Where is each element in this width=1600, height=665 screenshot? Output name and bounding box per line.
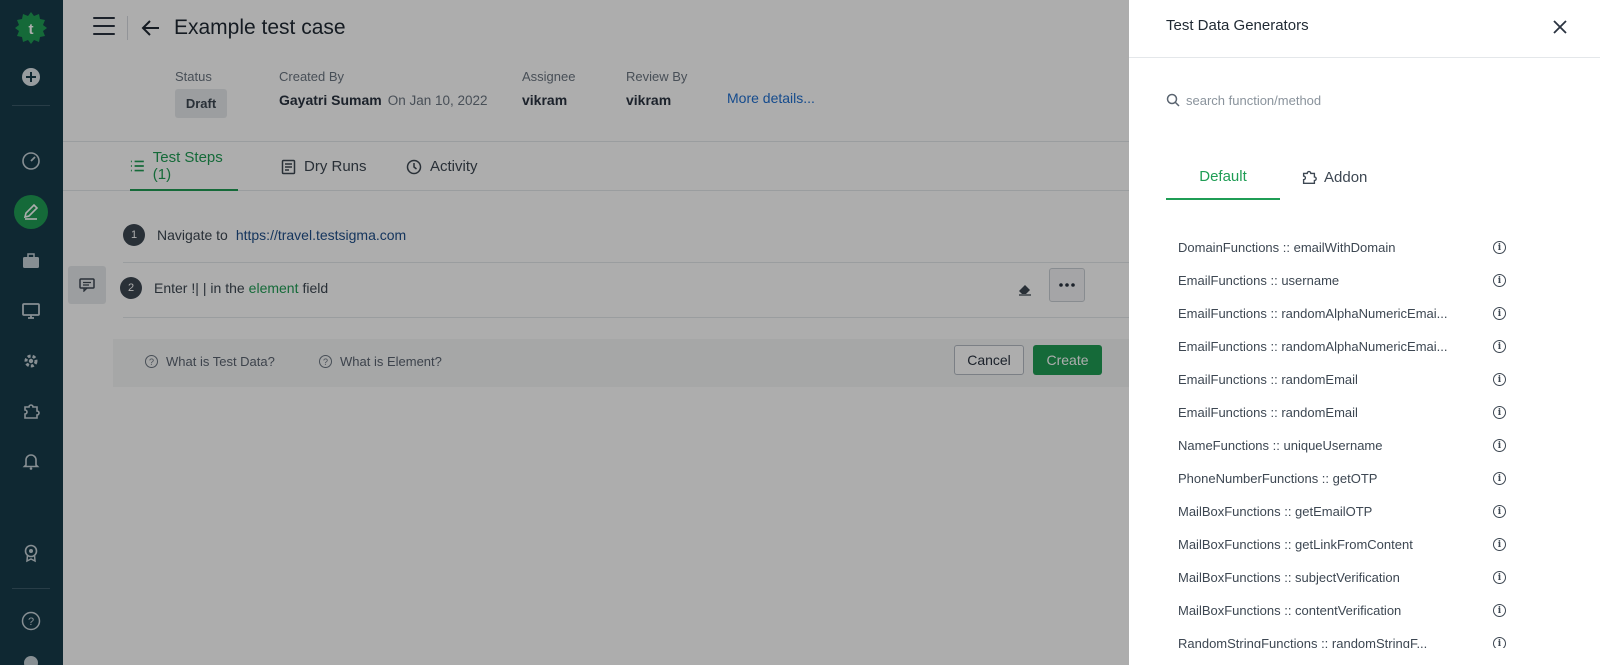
search-input[interactable] [1186,92,1526,108]
close-icon[interactable] [1549,16,1571,38]
tab-addon[interactable]: Addon [1300,154,1367,200]
function-list-item[interactable]: MailBoxFunctions :: subjectVerification i [1166,561,1516,594]
info-icon[interactable]: i [1493,307,1506,320]
function-list-item[interactable]: RandomStringFunctions :: randomStringF..… [1166,627,1516,648]
info-icon[interactable]: i [1493,505,1506,518]
function-name: EmailFunctions :: randomEmail [1178,405,1358,420]
function-list-item[interactable]: EmailFunctions :: randomEmail i [1166,363,1516,396]
info-icon[interactable]: i [1493,241,1506,254]
drawer-header: Test Data Generators [1129,0,1600,58]
function-list-item[interactable]: EmailFunctions :: randomAlphaNumericEmai… [1166,297,1516,330]
function-name: EmailFunctions :: username [1178,273,1340,288]
function-name: RandomStringFunctions :: randomStringF..… [1178,636,1428,648]
function-name: EmailFunctions :: randomAlphaNumericEmai… [1178,306,1448,321]
function-list-item[interactable]: MailBoxFunctions :: getEmailOTP i [1166,495,1516,528]
info-icon[interactable]: i [1493,406,1506,419]
function-name: EmailFunctions :: randomAlphaNumericEmai… [1178,339,1448,354]
drawer-title: Test Data Generators [1166,17,1309,34]
function-list-item[interactable]: NameFunctions :: uniqueUsername i [1166,429,1516,462]
tab-default[interactable]: Default [1166,154,1280,200]
info-icon[interactable]: i [1493,571,1506,584]
function-list-item[interactable]: MailBoxFunctions :: contentVerification i [1166,594,1516,627]
function-list-item[interactable]: PhoneNumberFunctions :: getOTP i [1166,462,1516,495]
info-icon[interactable]: i [1493,274,1506,287]
function-name: NameFunctions :: uniqueUsername [1178,438,1383,453]
info-icon[interactable]: i [1493,340,1506,353]
info-icon[interactable]: i [1493,439,1506,452]
info-icon[interactable]: i [1493,604,1506,617]
tab-addon-label: Addon [1324,168,1368,186]
function-list-item[interactable]: EmailFunctions :: username i [1166,264,1516,297]
info-icon[interactable]: i [1493,373,1506,386]
function-list-item[interactable]: EmailFunctions :: randomAlphaNumericEmai… [1166,330,1516,363]
function-name: MailBoxFunctions :: subjectVerification [1178,570,1400,585]
function-name: MailBoxFunctions :: getEmailOTP [1178,504,1373,519]
function-search [1166,88,1546,112]
function-list-item[interactable]: DomainFunctions :: emailWithDomain i [1166,231,1516,264]
function-name: DomainFunctions :: emailWithDomain [1178,240,1396,255]
function-name: MailBoxFunctions :: contentVerification [1178,603,1402,618]
function-list-item[interactable]: EmailFunctions :: randomEmail i [1166,396,1516,429]
info-icon[interactable]: i [1493,472,1506,485]
info-icon[interactable]: i [1493,637,1506,648]
function-name: MailBoxFunctions :: getLinkFromContent [1178,537,1413,552]
modal-backdrop[interactable] [0,0,1129,665]
function-list: DomainFunctions :: emailWithDomain i Email… [1166,231,1516,648]
function-name: PhoneNumberFunctions :: getOTP [1178,471,1378,486]
puzzle-icon [1302,170,1317,184]
info-icon[interactable]: i [1493,538,1506,551]
test-data-generators-drawer: Test Data Generators Default Addon Domai… [1129,0,1600,665]
function-name: EmailFunctions :: randomEmail [1178,372,1358,387]
search-icon [1166,93,1180,107]
function-list-item[interactable]: MailBoxFunctions :: getLinkFromContent i [1166,528,1516,561]
